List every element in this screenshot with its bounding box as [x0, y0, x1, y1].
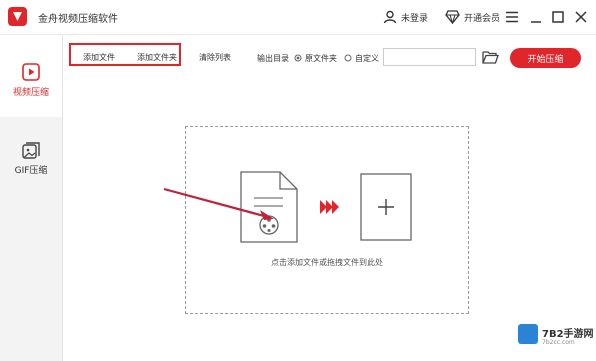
vip-label: 开通会员 [464, 13, 501, 24]
video-play-icon [22, 63, 40, 81]
vip-button[interactable]: 开通会员 [445, 8, 500, 26]
title-bar: 金舟视频压缩软件 未登录 开通会员 [0, 0, 596, 35]
sidebar-item-label: GIF压缩 [14, 166, 48, 176]
watermark-url: 7b2cc.com [542, 339, 575, 346]
output-dir-label: 输出目录 [257, 54, 289, 63]
menu-button[interactable] [503, 8, 521, 26]
close-icon [575, 11, 587, 23]
original-folder-radio[interactable] [294, 54, 302, 62]
start-compress-button[interactable]: 开始压缩 [510, 48, 581, 68]
minimize-button[interactable] [527, 8, 545, 26]
sidebar-item-gif-compress[interactable]: GIF压缩 [0, 125, 62, 207]
login-label: 未登录 [401, 13, 429, 24]
diamond-icon [445, 10, 460, 24]
custom-dir-radio[interactable] [344, 54, 352, 62]
add-file-button[interactable]: 添加文件 [83, 52, 115, 63]
custom-dir-label: 自定义 [355, 54, 379, 63]
close-button[interactable] [572, 8, 590, 26]
login-button[interactable]: 未登录 [383, 8, 428, 26]
annotation-arrow-icon [163, 187, 274, 220]
watermark-logo-icon [518, 324, 538, 344]
output-path-input[interactable] [383, 48, 476, 66]
hamburger-menu-icon [506, 11, 518, 23]
sidebar: 视频压缩 GIF压缩 [0, 35, 63, 361]
folder-open-icon[interactable] [482, 50, 499, 64]
gif-image-icon [22, 142, 40, 159]
app-logo-icon [8, 7, 27, 26]
add-folder-button[interactable]: 添加文件夹 [137, 52, 177, 63]
user-icon [383, 10, 397, 24]
sidebar-item-video-compress[interactable]: 视频压缩 [0, 35, 62, 117]
sidebar-item-label: 视频压缩 [12, 88, 49, 98]
maximize-button[interactable] [549, 8, 567, 26]
original-folder-label: 原文件夹 [305, 54, 337, 63]
add-file-plus-icon[interactable] [360, 173, 412, 241]
minimize-icon [531, 21, 541, 23]
watermark: 7B2手游网 7b2cc.com [518, 322, 594, 350]
arrow-right-icon [320, 200, 339, 214]
watermark-brand: 7B2手游网 [542, 329, 594, 340]
clear-list-button[interactable]: 清除列表 [199, 52, 231, 63]
app-title: 金舟视频压缩软件 [38, 14, 118, 25]
drop-hint-text: 点击添加文件或拖拽文件到此处 [271, 258, 383, 267]
maximize-icon [552, 11, 564, 23]
